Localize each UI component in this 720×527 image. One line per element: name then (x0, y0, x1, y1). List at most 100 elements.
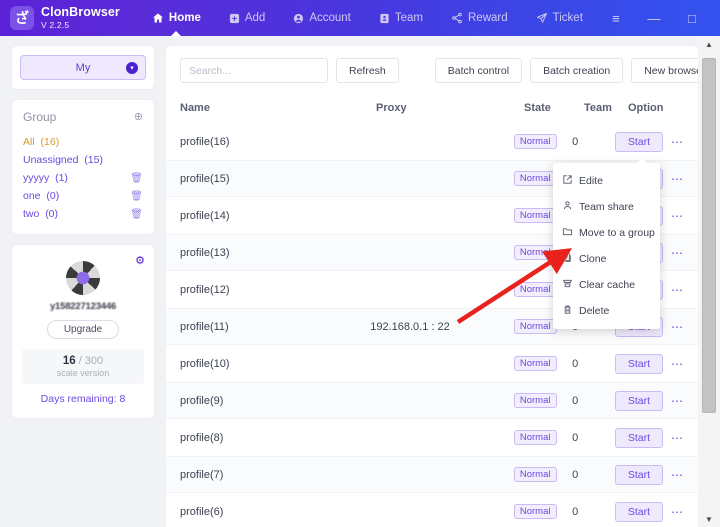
refresh-button[interactable]: Refresh (336, 58, 399, 83)
context-menu-label: Team share (579, 201, 634, 213)
cell-name: profile(15) (180, 172, 230, 185)
person-icon (562, 200, 573, 214)
delete-bin-icon (562, 304, 573, 318)
table-row[interactable]: profile(9) Normal 0 Start ⋯ (166, 382, 698, 419)
maximize-button[interactable]: □ (673, 0, 711, 36)
cell-team: 0 (572, 468, 579, 481)
scroll-down-arrow-icon[interactable]: ▼ (698, 511, 720, 527)
row-more-options-button[interactable]: ⋯ (671, 468, 684, 482)
nav-item-ticket[interactable]: Ticket (522, 0, 597, 36)
context-menu-label: Clear cache (579, 279, 636, 291)
group-item-unassigned[interactable]: Unassigned (15) (23, 151, 143, 169)
nav-item-reward[interactable]: Reward (437, 0, 522, 36)
cell-team: 0 (572, 135, 579, 148)
minimize-button[interactable]: — (635, 0, 673, 36)
row-more-options-button[interactable]: ⋯ (671, 357, 684, 371)
group-item-all[interactable]: All (16) (23, 133, 143, 151)
vertical-scrollbar[interactable]: ▲ ▼ (698, 36, 720, 527)
row-more-options-button[interactable]: ⋯ (671, 135, 684, 149)
group-item-one[interactable]: one (0) 🗑 (23, 187, 143, 205)
upgrade-button[interactable]: Upgrade (46, 320, 120, 339)
cell-name: profile(10) (180, 357, 230, 370)
delete-group-icon[interactable]: 🗑 (130, 191, 143, 202)
hamburger-menu-icon[interactable]: ≡ (597, 0, 635, 36)
home-icon (152, 12, 164, 24)
gear-icon[interactable]: ⚙ (135, 254, 145, 267)
delete-group-icon[interactable]: 🗑 (130, 209, 143, 220)
brand: ざ ClonBrowser V 2.2.5 (0, 6, 120, 30)
start-button[interactable]: Start (614, 353, 663, 374)
batch-control-button[interactable]: Batch control (434, 58, 523, 83)
scroll-up-arrow-icon[interactable]: ▲ (698, 36, 720, 52)
cell-state: Normal (513, 504, 572, 519)
table-row[interactable]: profile(10) Normal 0 Start ⋯ (166, 345, 698, 382)
context-menu-item-move-to-group[interactable]: Move to a group (553, 220, 660, 246)
nav-item-team[interactable]: Team (365, 0, 437, 36)
table-row[interactable]: profile(16) Normal 0 Start ⋯ (166, 123, 698, 160)
context-menu-item-delete[interactable]: Delete (553, 298, 660, 324)
sidebar: My ▾ Group ⊕ All (16) Unassigned (15) yy… (0, 36, 166, 527)
column-header-proxy: Proxy (376, 102, 407, 114)
group-count: (1) (55, 172, 68, 184)
row-more-options-button[interactable]: ⋯ (671, 209, 684, 223)
status-badge: Normal (513, 504, 557, 519)
user-card: ⚙ y158227123446 Upgrade 16 / 300 scale v… (12, 245, 154, 418)
start-button[interactable]: Start (614, 390, 663, 411)
row-more-options-button[interactable]: ⋯ (671, 505, 684, 519)
status-badge: Normal (513, 171, 557, 186)
nav-label: Ticket (552, 12, 583, 24)
nav-label: Home (168, 12, 201, 24)
search-input[interactable] (180, 58, 328, 83)
close-button[interactable]: ✕ (711, 0, 720, 36)
context-menu-item-team-share[interactable]: Team share (553, 194, 660, 220)
app-window: ざ ClonBrowser V 2.2.5 Home Add Account T… (0, 0, 720, 527)
start-button[interactable]: Start (614, 427, 663, 448)
cell-name: profile(16) (180, 135, 230, 148)
days-label: Days remaining: (40, 393, 117, 405)
status-badge: Normal (513, 245, 557, 260)
new-browser-profile-button[interactable]: New browser profile (631, 58, 698, 83)
scrollbar-thumb[interactable] (702, 58, 716, 413)
group-item-yyyyy[interactable]: yyyyy (1) 🗑 (23, 169, 143, 187)
team-card-icon (379, 13, 390, 24)
start-button[interactable]: Start (614, 501, 663, 522)
column-header-state: State (524, 102, 551, 114)
title-bar: ざ ClonBrowser V 2.2.5 Home Add Account T… (0, 0, 720, 36)
batch-creation-button[interactable]: Batch creation (530, 58, 624, 83)
add-group-icon[interactable]: ⊕ (134, 111, 143, 123)
row-more-options-button[interactable]: ⋯ (671, 246, 684, 260)
context-menu-item-clone[interactable]: Clone (553, 246, 660, 272)
start-button[interactable]: Start (614, 464, 663, 485)
cell-name: profile(12) (180, 283, 230, 296)
table-row[interactable]: profile(6) Normal 0 Start ⋯ (166, 493, 698, 527)
row-more-options-button[interactable]: ⋯ (671, 320, 684, 334)
context-menu-item-edit[interactable]: Edite (553, 168, 660, 194)
my-dropdown[interactable]: My ▾ (20, 55, 146, 80)
row-more-options-button[interactable]: ⋯ (671, 394, 684, 408)
paper-plane-ticket-icon (536, 12, 548, 24)
quota-used: 16 (62, 355, 76, 367)
context-menu-label: Clone (579, 253, 607, 265)
cell-name: profile(6) (180, 505, 224, 518)
cell-option: Start ⋯ (614, 501, 684, 522)
row-more-options-button[interactable]: ⋯ (671, 283, 684, 297)
nav-item-add[interactable]: Add (215, 0, 279, 36)
quota-total: / 300 (78, 355, 104, 367)
my-dropdown-label: My (75, 61, 91, 74)
share-reward-icon (451, 12, 463, 24)
nav-item-account[interactable]: Account (279, 0, 365, 36)
cell-proxy: 192.168.0.1 : 22 (370, 320, 450, 333)
delete-group-icon[interactable]: 🗑 (130, 173, 143, 184)
context-menu-item-clear-cache[interactable]: Clear cache (553, 272, 660, 298)
group-name: All (23, 136, 35, 148)
my-card: My ▾ (12, 46, 154, 89)
trash-clear-icon (562, 278, 573, 292)
row-more-options-button[interactable]: ⋯ (671, 172, 684, 186)
row-more-options-button[interactable]: ⋯ (671, 431, 684, 445)
start-button[interactable]: Start (614, 131, 663, 152)
group-item-two[interactable]: two (0) 🗑 (23, 205, 143, 223)
table-row[interactable]: profile(7) Normal 0 Start ⋯ (166, 456, 698, 493)
table-row[interactable]: profile(8) Normal 0 Start ⋯ (166, 419, 698, 456)
cell-name: profile(13) (180, 246, 230, 259)
nav-item-home[interactable]: Home (138, 0, 215, 36)
